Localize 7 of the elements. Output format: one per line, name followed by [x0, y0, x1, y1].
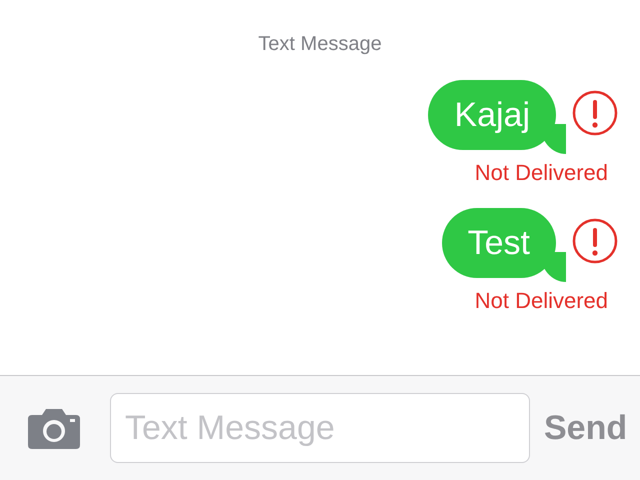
error-icon[interactable]	[572, 90, 618, 136]
delivery-status: Not Delivered	[474, 160, 608, 186]
delivery-status: Not Delivered	[474, 288, 608, 314]
camera-icon[interactable]	[28, 407, 80, 449]
thread-title: Text Message	[258, 33, 382, 56]
message-field[interactable]: Text Message	[110, 393, 530, 463]
error-icon[interactable]	[572, 218, 618, 264]
